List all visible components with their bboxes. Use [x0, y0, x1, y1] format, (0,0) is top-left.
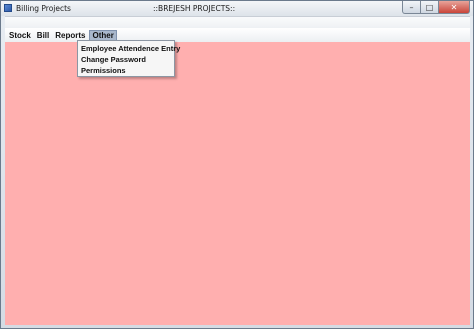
menu-item-change-password[interactable]: Change Password: [78, 54, 174, 65]
minimize-icon: –: [409, 2, 414, 12]
menu-bill[interactable]: Bill: [35, 30, 51, 41]
maximize-button[interactable]: □: [421, 1, 439, 14]
menu-reports[interactable]: Reports: [53, 30, 87, 41]
menu-bar: Stock Bill Reports Other: [5, 28, 470, 42]
menu-item-employee-attendence-entry[interactable]: Employee Attendence Entry: [78, 43, 180, 54]
close-icon: ✕: [450, 2, 458, 12]
window-controls: – □ ✕: [402, 1, 470, 14]
minimize-button[interactable]: –: [402, 1, 421, 14]
menu-stock[interactable]: Stock: [7, 30, 33, 41]
main-content-area: [5, 42, 470, 325]
menu-item-permissions[interactable]: Permissions: [78, 65, 174, 76]
other-dropdown-menu: Employee Attendence Entry Change Passwor…: [77, 40, 180, 77]
maximize-icon: □: [425, 2, 434, 12]
window-center-title: ::BREJESH PROJECTS::: [153, 4, 236, 13]
window-title: Billing Projects: [16, 4, 71, 13]
menu-other[interactable]: Other: [89, 29, 117, 41]
app-icon: [4, 4, 12, 12]
title-bar[interactable]: Billing Projects ::BREJESH PROJECTS:: – …: [1, 1, 473, 16]
app-window: Billing Projects ::BREJESH PROJECTS:: – …: [0, 0, 474, 329]
toolbar-strip: [5, 16, 470, 28]
close-button[interactable]: ✕: [439, 1, 470, 14]
